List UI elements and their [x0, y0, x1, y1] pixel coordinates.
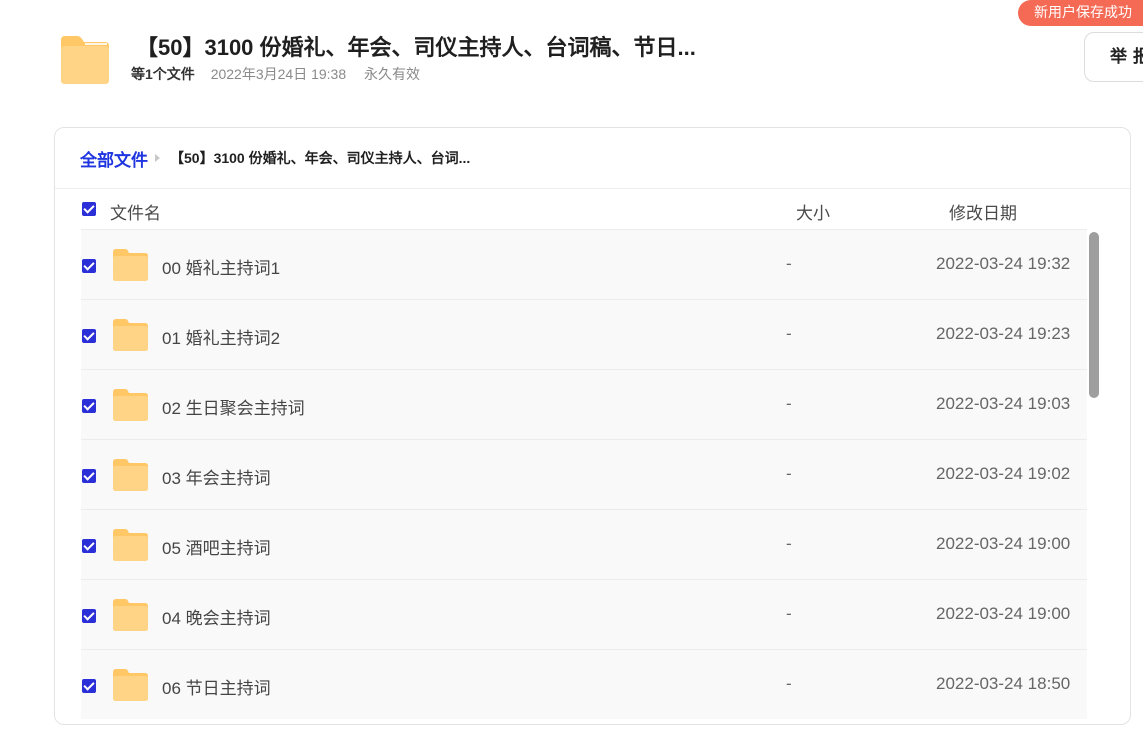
file-list-scrollbar[interactable]: [1087, 229, 1100, 724]
breadcrumb-current: 【50】3100 份婚礼、年会、司仪主持人、台词...: [170, 150, 471, 166]
file-name[interactable]: 00 婚礼主持词1: [162, 254, 280, 279]
file-name[interactable]: 03 年会主持词: [162, 464, 271, 489]
share-validity: 永久有效: [364, 66, 421, 82]
file-panel: 全部文件 【50】3100 份婚礼、年会、司仪主持人、台词... 文件名 大小 …: [54, 127, 1131, 725]
file-date: 2022-03-24 19:23: [936, 324, 1071, 343]
breadcrumb: 全部文件 【50】3100 份婚礼、年会、司仪主持人、台词...: [55, 128, 1130, 189]
file-size: -: [786, 254, 792, 273]
scrollbar-thumb[interactable]: [1089, 232, 1099, 398]
row-checkbox[interactable]: [82, 329, 96, 343]
file-name[interactable]: 06 节日主持词: [162, 674, 271, 699]
column-header: 文件名 大小 修改日期: [55, 189, 1130, 229]
file-name[interactable]: 01 婚礼主持词2: [162, 324, 280, 349]
folder-icon: [113, 599, 148, 631]
select-all-checkbox[interactable]: [82, 202, 96, 216]
share-title: 【50】3100 份婚礼、年会、司仪主持人、台词稿、节日...: [136, 35, 696, 60]
file-date: 2022-03-24 19:32: [936, 254, 1071, 273]
file-size: -: [786, 394, 792, 413]
file-size: -: [786, 464, 792, 483]
folder-icon: [113, 529, 148, 561]
share-date: 2022年3月24日 19:38: [210, 66, 347, 82]
save-success-toast: 新用户保存成功: [1018, 0, 1143, 26]
row-checkbox[interactable]: [82, 539, 96, 553]
file-date: 2022-03-24 19:03: [936, 394, 1071, 413]
folder-icon: [113, 249, 148, 281]
file-name[interactable]: 04 晚会主持词: [162, 604, 271, 629]
share-meta: 等1个文件 2022年3月24日 19:38 永久有效: [131, 64, 420, 84]
row-checkbox[interactable]: [82, 679, 96, 693]
file-date: 2022-03-24 18:50: [936, 674, 1071, 693]
report-button[interactable]: 举报: [1084, 32, 1143, 82]
file-date: 2022-03-24 19:02: [936, 464, 1071, 483]
file-date: 2022-03-24 19:00: [936, 604, 1071, 623]
file-row[interactable]: 04 晚会主持词 - 2022-03-24 19:00: [81, 579, 1087, 649]
file-row[interactable]: 05 酒吧主持词 - 2022-03-24 19:00: [81, 509, 1087, 579]
file-count: 等1个文件: [131, 66, 195, 82]
file-row[interactable]: 00 婚礼主持词1 - 2022-03-24 19:32: [81, 229, 1087, 299]
folder-icon: [113, 389, 148, 421]
file-size: -: [786, 604, 792, 623]
breadcrumb-separator-icon: [155, 154, 160, 162]
row-checkbox[interactable]: [82, 469, 96, 483]
breadcrumb-root[interactable]: 全部文件: [80, 146, 148, 171]
folder-icon: [113, 319, 148, 351]
file-row[interactable]: 06 节日主持词 - 2022-03-24 18:50: [81, 649, 1087, 719]
file-row[interactable]: 03 年会主持词 - 2022-03-24 19:02: [81, 439, 1087, 509]
folder-icon: [113, 669, 148, 701]
column-size-header[interactable]: 大小: [796, 199, 830, 224]
file-list: 00 婚礼主持词1 - 2022-03-24 19:32 01 婚礼主持词2 -…: [81, 229, 1087, 724]
file-size: -: [786, 534, 792, 553]
row-checkbox[interactable]: [82, 399, 96, 413]
file-name[interactable]: 02 生日聚会主持词: [162, 394, 305, 419]
file-name[interactable]: 05 酒吧主持词: [162, 534, 271, 559]
file-date: 2022-03-24 19:00: [936, 534, 1071, 553]
row-checkbox[interactable]: [82, 259, 96, 273]
file-row[interactable]: 02 生日聚会主持词 - 2022-03-24 19:03: [81, 369, 1087, 439]
folder-icon: [61, 36, 109, 84]
column-name-header[interactable]: 文件名: [110, 199, 161, 224]
file-size: -: [786, 674, 792, 693]
folder-icon: [113, 459, 148, 491]
column-date-header[interactable]: 修改日期: [949, 199, 1017, 224]
file-size: -: [786, 324, 792, 343]
file-row[interactable]: 01 婚礼主持词2 - 2022-03-24 19:23: [81, 299, 1087, 369]
row-checkbox[interactable]: [82, 609, 96, 623]
